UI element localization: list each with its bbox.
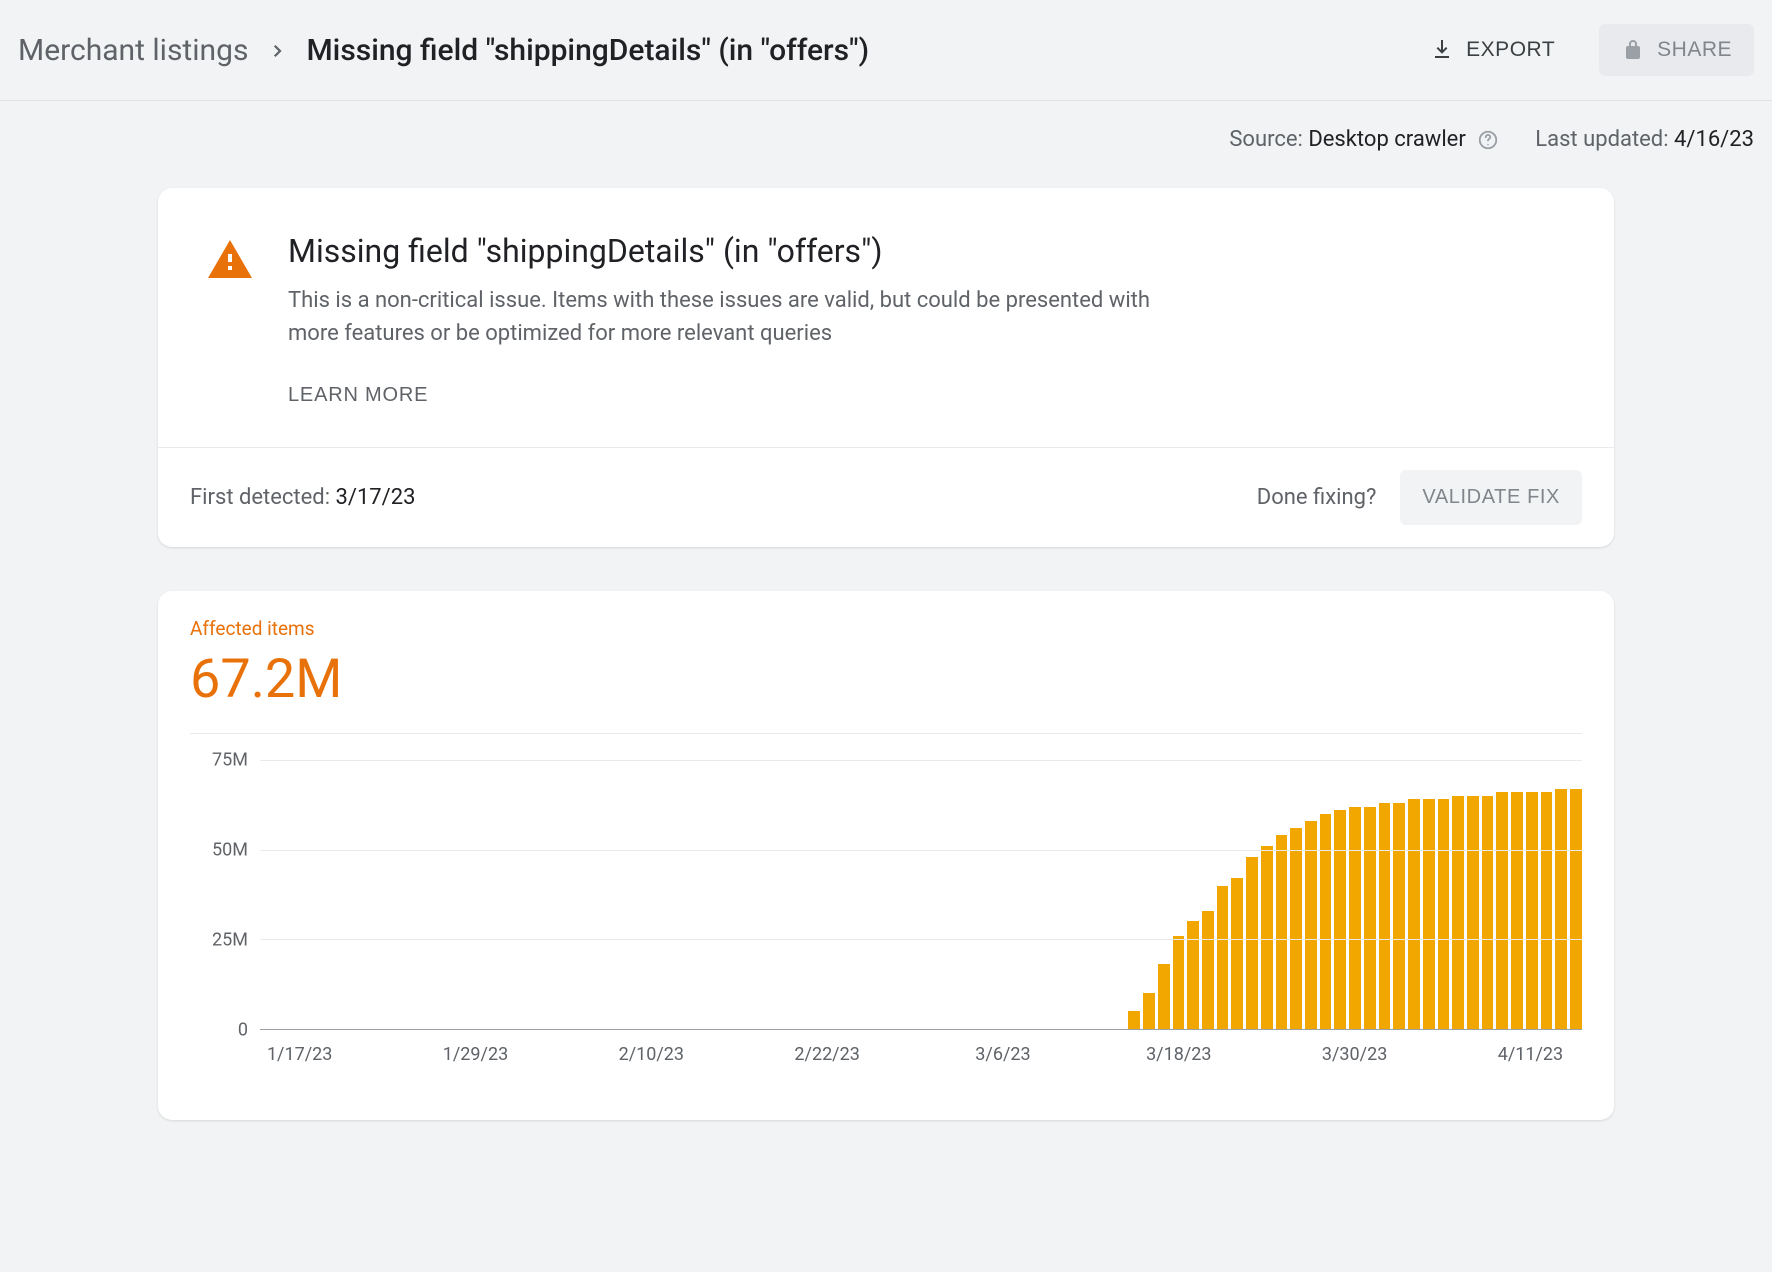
chevron-right-icon: [268, 33, 286, 68]
validate-fix-button[interactable]: VALIDATE FIX: [1400, 470, 1582, 525]
chart-bar[interactable]: [1452, 796, 1464, 1029]
chart-x-tick: 1/17/23: [267, 1044, 332, 1065]
lock-icon: [1621, 38, 1645, 62]
issue-card: Missing field "shippingDetails" (in "off…: [158, 188, 1614, 547]
chart-bar[interactable]: [1349, 807, 1361, 1029]
chart-x-axis: 1/17/23 1/29/23 2/10/23 2/22/23 3/6/23 3/18/2…: [260, 1038, 1582, 1078]
warning-icon: [206, 236, 254, 407]
chart-bar[interactable]: [1334, 810, 1346, 1029]
share-label: SHARE: [1657, 38, 1732, 62]
chart-bar[interactable]: [1482, 796, 1494, 1029]
chart-y-tick: 0: [190, 1020, 248, 1041]
breadcrumb-root[interactable]: Merchant listings: [18, 33, 248, 68]
export-label: EXPORT: [1466, 38, 1555, 62]
chart-bar[interactable]: [1526, 792, 1538, 1029]
chart-y-tick: 75M: [190, 750, 248, 771]
chart-x-tick: 4/11/23: [1498, 1044, 1563, 1065]
affected-items-label: Affected items: [190, 617, 1582, 640]
topbar: Merchant listings Missing field "shippin…: [0, 0, 1772, 101]
chart-x-tick: 2/22/23: [794, 1044, 859, 1065]
chart-gridline: [260, 850, 1582, 851]
chart-y-tick: 25M: [190, 930, 248, 951]
chart-bar[interactable]: [1438, 799, 1450, 1029]
chart-bar[interactable]: [1217, 886, 1229, 1029]
chart-bar[interactable]: [1511, 792, 1523, 1029]
chart-x-tick: 1/29/23: [443, 1044, 508, 1065]
source-value: Desktop crawler: [1308, 127, 1465, 152]
source-label: Source:: [1229, 127, 1303, 152]
chart-bar[interactable]: [1364, 807, 1376, 1029]
chart-y-axis: 025M50M75M: [190, 760, 260, 1030]
divider: [190, 733, 1582, 734]
download-icon: [1430, 38, 1454, 62]
chart-gridline: [260, 939, 1582, 940]
done-fixing-label: Done fixing?: [1257, 485, 1377, 510]
first-detected-label: First detected:: [190, 485, 330, 510]
first-detected: First detected: 3/17/23: [190, 485, 415, 510]
last-updated-label: Last updated:: [1535, 127, 1668, 152]
affected-items-chart: 025M50M75M 1/17/231/29/232/10/232/22/233…: [190, 760, 1582, 1080]
first-detected-value: 3/17/23: [336, 485, 416, 510]
breadcrumb: Merchant listings Missing field "shippin…: [18, 33, 869, 68]
chart-bar[interactable]: [1202, 911, 1214, 1029]
meta-bar: Source: Desktop crawler Last updated: 4/…: [0, 101, 1772, 188]
help-icon[interactable]: [1477, 129, 1499, 151]
chart-x-tick: 3/30/23: [1322, 1044, 1387, 1065]
chart-bar[interactable]: [1320, 814, 1332, 1029]
share-button[interactable]: SHARE: [1599, 24, 1754, 76]
chart-plot: [260, 760, 1582, 1030]
chart-bar[interactable]: [1290, 828, 1302, 1029]
chart-bar[interactable]: [1143, 993, 1155, 1029]
chart-bar[interactable]: [1276, 835, 1288, 1029]
issue-description: This is a non-critical issue. Items with…: [288, 284, 1188, 350]
affected-items-card: Affected items 67.2M 025M50M75M 1/17/231…: [158, 591, 1614, 1120]
issue-title: Missing field "shippingDetails" (in "off…: [288, 232, 1188, 270]
chart-bar[interactable]: [1231, 878, 1243, 1029]
chart-bar[interactable]: [1570, 789, 1582, 1029]
source-info: Source: Desktop crawler: [1229, 127, 1499, 152]
affected-items-value: 67.2M: [190, 648, 1582, 711]
chart-bar[interactable]: [1541, 792, 1553, 1029]
chart-bar[interactable]: [1128, 1011, 1140, 1029]
chart-bar[interactable]: [1393, 803, 1405, 1029]
chart-bar[interactable]: [1555, 789, 1567, 1029]
chart-gridline: [260, 760, 1582, 761]
chart-bar[interactable]: [1379, 803, 1391, 1029]
chart-bar[interactable]: [1467, 796, 1479, 1029]
chart-bar[interactable]: [1408, 799, 1420, 1029]
export-button[interactable]: EXPORT: [1408, 24, 1577, 76]
chart-bar[interactable]: [1173, 936, 1185, 1029]
chart-x-tick: 2/10/23: [619, 1044, 684, 1065]
chart-bar[interactable]: [1305, 821, 1317, 1029]
chart-bar[interactable]: [1246, 857, 1258, 1029]
chart-bar[interactable]: [1187, 921, 1199, 1029]
top-actions: EXPORT SHARE: [1408, 24, 1754, 76]
chart-bars: [260, 760, 1582, 1029]
breadcrumb-current: Missing field "shippingDetails" (in "off…: [306, 33, 869, 68]
chart-bar[interactable]: [1158, 964, 1170, 1029]
last-updated-value: 4/16/23: [1674, 127, 1754, 152]
learn-more-button[interactable]: LEARN MORE: [288, 384, 428, 407]
chart-x-tick: 3/18/23: [1146, 1044, 1211, 1065]
chart-bar[interactable]: [1423, 799, 1435, 1029]
chart-x-tick: 3/6/23: [975, 1044, 1030, 1065]
chart-bar[interactable]: [1496, 792, 1508, 1029]
last-updated-info: Last updated: 4/16/23: [1535, 127, 1754, 152]
chart-y-tick: 50M: [190, 840, 248, 861]
chart-bar[interactable]: [1261, 846, 1273, 1029]
